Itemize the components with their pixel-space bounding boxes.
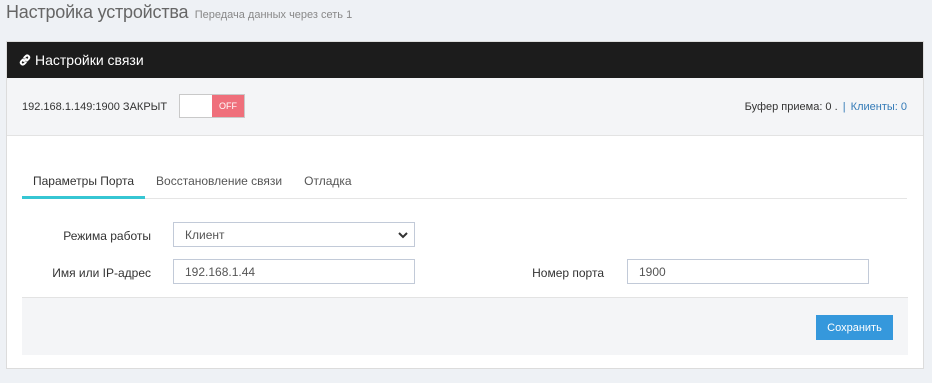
panel-header: Настройки связи — [7, 42, 923, 78]
link-icon — [18, 53, 32, 67]
save-button[interactable]: Сохранить — [816, 315, 893, 340]
page-subtitle: Передача данных через сеть 1 — [194, 9, 353, 21]
clients-link[interactable]: Клиенты: 0 — [851, 101, 907, 113]
host-input-value: 192.168.1.44 — [185, 264, 256, 279]
connection-settings-panel: Настройки связи 192.168.1.149:1900 ЗАКРЫ… — [6, 41, 924, 369]
form-footer: Сохранить — [22, 297, 908, 355]
page-title: Настройка устройства — [6, 2, 189, 22]
settings-tabs: Параметры Порта Восстановление связи Отл… — [22, 168, 907, 199]
mode-label: Режима работы — [63, 229, 151, 243]
chevron-down-icon — [397, 229, 409, 241]
buffer-info: Буфер приема: 0 . | Клиенты: 0 — [745, 101, 907, 113]
host-label: Имя или IP-адрес — [52, 266, 151, 280]
buffer-text: Буфер приема: 0 . — [744, 101, 838, 113]
host-input[interactable]: 192.168.1.44 — [173, 259, 415, 284]
mode-select[interactable]: Клиент — [173, 222, 415, 247]
tab-port-parameters[interactable]: Параметры Порта — [22, 168, 146, 199]
panel-title: Настройки связи — [35, 52, 144, 68]
port-label: Номер порта — [532, 266, 604, 280]
page-title-block: Настройка устройства Передача данных чер… — [6, 2, 352, 23]
tab-reconnect[interactable]: Восстановление связи — [145, 168, 293, 198]
connection-toggle[interactable]: OFF — [179, 94, 245, 118]
mode-select-value: Клиент — [185, 227, 225, 242]
connection-status-text: 192.168.1.149:1900 ЗАКРЫТ — [22, 101, 168, 113]
toggle-knob — [180, 95, 212, 117]
info-separator: | — [842, 101, 846, 113]
port-input[interactable]: 1900 — [627, 259, 869, 284]
connection-status-bar: 192.168.1.149:1900 ЗАКРЫТ OFF Буфер прие… — [7, 78, 923, 136]
tab-debug[interactable]: Отладка — [293, 168, 362, 198]
port-input-value: 1900 — [639, 264, 666, 279]
toggle-off-label: OFF — [212, 95, 244, 117]
